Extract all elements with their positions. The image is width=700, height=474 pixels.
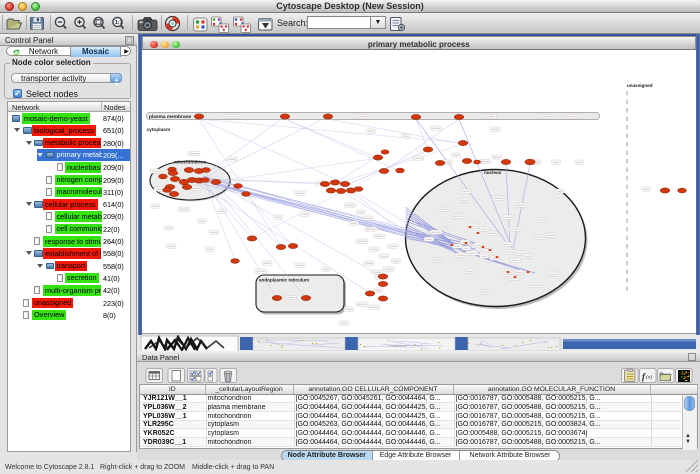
svg-text:1:1: 1:1 <box>115 20 123 26</box>
svg-text:nucleus: nucleus <box>484 170 502 175</box>
svg-text:endoplasmic reticulum: endoplasmic reticulum <box>259 278 309 283</box>
svg-text:unassigned: unassigned <box>627 83 653 88</box>
svg-text:(x): (x) <box>646 374 652 381</box>
svg-text:cytoplasm: cytoplasm <box>147 127 171 133</box>
svg-text:mitochondrion: mitochondrion <box>174 160 206 165</box>
svg-text:plasma membrane: plasma membrane <box>149 114 191 120</box>
